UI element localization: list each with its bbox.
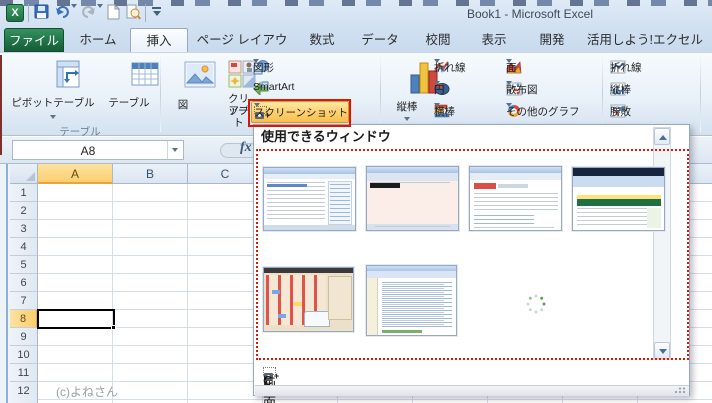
group-divider [160,56,161,132]
redo-dropdown-icon[interactable] [97,4,103,22]
credit-text: (c)よねさん [56,383,118,400]
row-header-6[interactable]: 6 [10,274,38,292]
area-chart-button[interactable]: 面 [506,58,598,76]
name-box[interactable]: A8 [12,140,184,160]
dropdown-arrow-icon [434,103,440,107]
pivot-table-button[interactable]: ピボットテーブル [8,57,98,131]
redo-icon[interactable] [81,4,95,22]
other-charts-button[interactable]: その他のグラフ [506,102,602,120]
sparkline-winloss-button[interactable]: 勝敗 [610,102,696,120]
excel-logo-icon[interactable]: X [6,4,24,22]
screen-clipping-item[interactable]: + 画面の領域(C) [255,361,651,385]
dropdown-title: 使用できるウィンドウ [254,125,689,149]
dropdown-arrow-icon [506,59,512,63]
row-header-8[interactable]: 8 [10,310,38,328]
quick-access-toolbar: X [4,4,204,24]
tab-page-layout[interactable]: ページ レイアウト [192,28,292,52]
group-divider [602,56,603,132]
column-header-a[interactable]: A [38,164,113,184]
cropped-edge-artifact [0,55,2,155]
row-header-12[interactable]: 12 [10,382,38,403]
clip-art-button[interactable]: クリップアート [204,57,250,131]
pie-chart-button[interactable]: 円 [434,80,500,98]
customize-qat-icon[interactable] [150,4,163,22]
separator [145,4,146,22]
row-header-3[interactable]: 3 [10,220,38,238]
window-title: Book1 - Microsoft Excel [380,7,680,23]
tab-data[interactable]: データ [352,28,408,52]
save-icon[interactable] [34,4,51,22]
row-header-5[interactable]: 5 [10,256,38,274]
scatter-chart-button[interactable]: 散布図 [506,80,598,98]
group-divider [700,56,701,132]
screenshot-dropdown: 使用できるウィンドウ [253,124,690,396]
annotation-gallery-dotted-border [256,149,689,360]
annotation-screenshot-highlight [248,99,351,127]
scroll-up-icon[interactable] [654,128,670,145]
name-box-value: A8 [13,144,163,158]
undo-icon[interactable] [55,4,69,22]
row-header-9[interactable]: 9 [10,328,38,346]
window-left-border [6,164,8,403]
row-header-7[interactable]: 7 [10,292,38,310]
resize-grip-icon[interactable] [674,387,686,394]
new-document-icon[interactable] [106,4,121,22]
smartart-button[interactable]: SmartArt [253,78,349,96]
sparkline-column-button[interactable]: 縦棒 [610,80,696,98]
row-header-10[interactable]: 10 [10,346,38,364]
dropdown-arrow-icon [404,117,410,121]
group-divider [380,56,381,132]
tab-custom-addin[interactable]: 活用しよう!エクセル [582,28,708,52]
fx-icon[interactable]: fx [240,140,252,156]
dropdown-arrow-icon [434,59,440,63]
row-header-1[interactable]: 1 [10,184,38,202]
picture-button[interactable]: 図 [164,57,202,131]
selected-cell-a8[interactable] [37,309,115,329]
tab-formulas[interactable]: 数式 [296,28,348,52]
sparkline-line-button[interactable]: 折れ線 [610,58,696,76]
dropdown-arrow-icon [434,81,440,85]
line-chart-button[interactable]: 折れ線 [434,58,500,76]
column-header-c[interactable]: C [188,164,263,184]
dropdown-arrow-icon [253,59,259,63]
window-left-frame [0,164,10,403]
group-label-tables: テーブル [20,124,140,136]
dropdown-footer [255,385,689,396]
dropdown-arrow-icon [506,103,512,107]
tab-developer[interactable]: 開発 [524,28,580,52]
row-header-2[interactable]: 2 [10,202,38,220]
dropdown-arrow-icon [50,115,56,119]
dropdown-arrow-icon [506,81,512,85]
select-all-corner[interactable] [10,164,38,184]
excel-window: Book1 - Microsoft Excel X ファイル ホーム 挿入 ペー… [0,0,712,403]
print-preview-icon[interactable] [125,4,141,22]
tab-insert[interactable]: 挿入 [130,28,188,52]
separator [28,4,29,22]
row-header-4[interactable]: 4 [10,238,38,256]
tab-review[interactable]: 校閲 [412,28,464,52]
undo-dropdown-icon[interactable] [71,4,77,22]
tab-view[interactable]: 表示 [468,28,520,52]
name-box-dropdown-icon[interactable] [167,141,183,159]
table-button[interactable]: テーブル [100,57,158,131]
bar-chart-button[interactable]: 横棒 [434,102,500,120]
column-chart-button[interactable]: 縦棒 [385,57,429,131]
fill-handle[interactable] [111,325,116,330]
column-header-b[interactable]: B [113,164,188,184]
tab-home[interactable]: ホーム [68,28,128,52]
tab-file[interactable]: ファイル [4,28,64,52]
shapes-button[interactable]: 図形 [253,58,349,76]
row-header-11[interactable]: 11 [10,364,38,382]
